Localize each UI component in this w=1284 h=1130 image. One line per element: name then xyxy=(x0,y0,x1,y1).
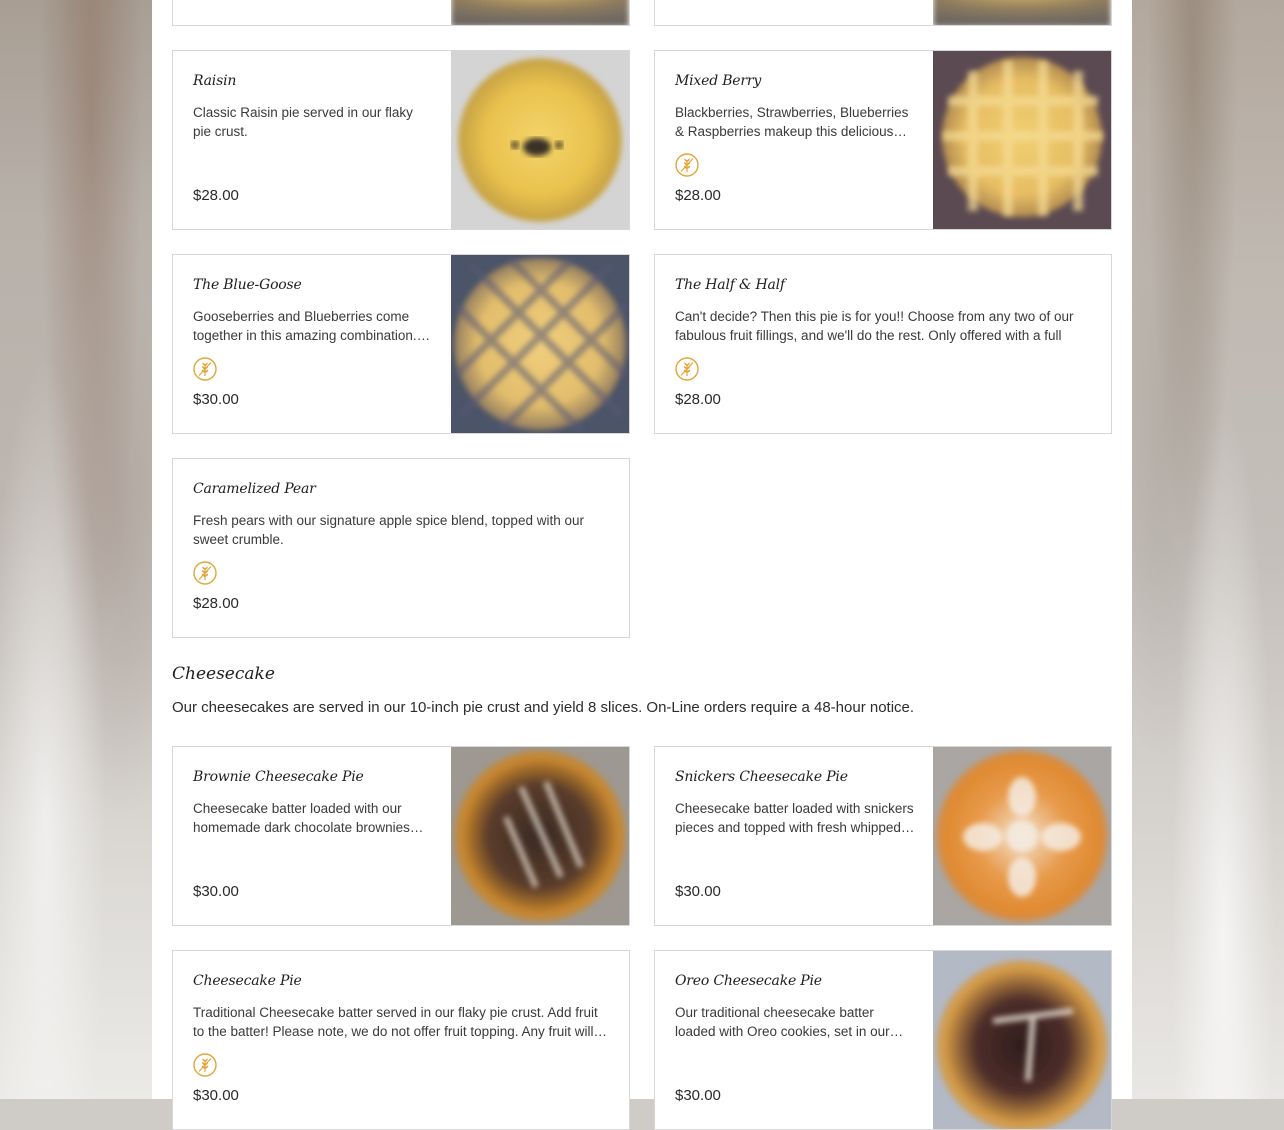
menu-item-caramelized-pear[interactable]: Caramelized Pear Fresh pears with our si… xyxy=(172,458,630,638)
item-title: Raisin xyxy=(193,73,237,89)
menu-item-card-partial[interactable] xyxy=(654,0,1112,26)
wheat-icon xyxy=(675,357,699,381)
menu-item-brownie-cheesecake[interactable]: Brownie Cheesecake Pie Cheesecake batter… xyxy=(172,746,630,926)
item-title: The Half & Half xyxy=(675,277,785,293)
item-price: $28.00 xyxy=(193,595,239,612)
menu-item-mixed-berry[interactable]: Mixed Berry Blackberries, Strawberries, … xyxy=(654,50,1112,230)
menu-panel: Raisin Classic Raisin pie served in our … xyxy=(152,0,1132,1130)
menu-item-card-partial[interactable] xyxy=(172,0,630,26)
background-right xyxy=(1132,0,1284,1099)
mixed-berry-pie-photo xyxy=(933,51,1111,229)
brownie-cheesecake-photo xyxy=(451,747,629,925)
item-price: $30.00 xyxy=(675,1087,721,1104)
wheat-icon xyxy=(193,561,217,585)
menu-item-oreo-cheesecake[interactable]: Oreo Cheesecake Pie Our traditional chee… xyxy=(654,950,1112,1130)
item-title: Brownie Cheesecake Pie xyxy=(193,769,364,785)
wheat-icon xyxy=(675,153,699,177)
item-price: $28.00 xyxy=(193,187,239,204)
item-description: Cheesecake batter loaded with our homema… xyxy=(193,801,424,835)
snickers-cheesecake-photo xyxy=(933,747,1111,925)
item-title: Oreo Cheesecake Pie xyxy=(675,973,822,989)
blue-goose-pie-photo xyxy=(451,255,629,433)
pie-photo xyxy=(451,0,629,25)
item-description: Classic Raisin pie served in our flaky p… xyxy=(193,105,413,139)
item-description: Gooseberries and Blueberries come togeth… xyxy=(193,309,431,343)
menu-item-raisin[interactable]: Raisin Classic Raisin pie served in our … xyxy=(172,50,630,230)
item-title: Mixed Berry xyxy=(675,73,762,89)
item-description: Our traditional cheesecake batter loaded… xyxy=(675,1005,904,1039)
item-title: Caramelized Pear xyxy=(193,481,316,497)
menu-item-blue-goose[interactable]: The Blue-Goose Gooseberries and Blueberr… xyxy=(172,254,630,434)
pie-photo xyxy=(933,0,1111,25)
item-price: $30.00 xyxy=(193,1087,239,1104)
oreo-cheesecake-photo xyxy=(933,951,1111,1129)
item-description: Can't decide? Then this pie is for you!!… xyxy=(675,309,1074,343)
item-title: Snickers Cheesecake Pie xyxy=(675,769,848,785)
item-price: $30.00 xyxy=(675,883,721,900)
raisin-pie-photo xyxy=(451,51,629,229)
item-title: The Blue-Goose xyxy=(193,277,302,293)
wheat-icon xyxy=(193,1053,217,1077)
menu-item-snickers-cheesecake[interactable]: Snickers Cheesecake Pie Cheesecake batte… xyxy=(654,746,1112,926)
item-price: $30.00 xyxy=(193,391,239,408)
item-price: $28.00 xyxy=(675,391,721,408)
menu-item-cheesecake-pie[interactable]: Cheesecake Pie Traditional Cheesecake ba… xyxy=(172,950,630,1130)
item-description: Traditional Cheesecake batter served in … xyxy=(193,1005,607,1039)
item-description: Blackberries, Strawberries, Blueberries … xyxy=(675,105,909,139)
section-description: Our cheesecakes are served in our 10-inc… xyxy=(172,699,915,716)
item-price: $28.00 xyxy=(675,187,721,204)
item-title: Cheesecake Pie xyxy=(193,973,302,989)
item-description: Cheesecake batter loaded with snickers p… xyxy=(675,801,915,835)
section-title-cheesecake: Cheesecake xyxy=(172,664,275,684)
background-left xyxy=(0,0,152,1099)
wheat-icon xyxy=(193,357,217,381)
item-price: $30.00 xyxy=(193,883,239,900)
item-description: Fresh pears with our signature apple spi… xyxy=(193,513,584,547)
menu-item-half-and-half[interactable]: The Half & Half Can't decide? Then this … xyxy=(654,254,1112,434)
